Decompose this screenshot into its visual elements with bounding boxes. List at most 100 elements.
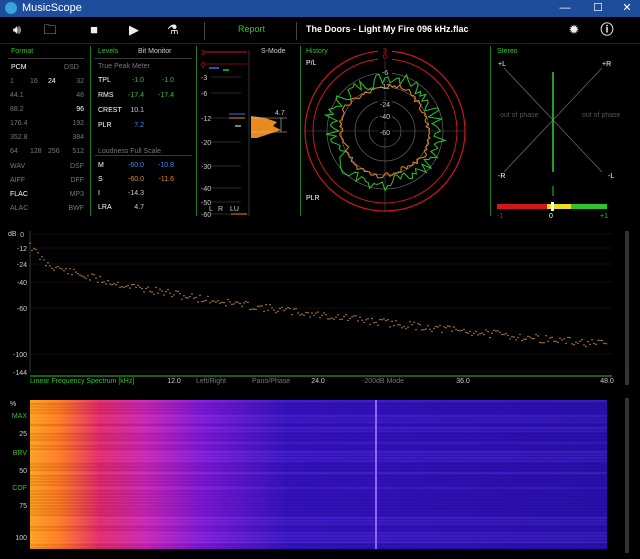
spectrum-point [125, 285, 127, 288]
format-option: 512 [72, 148, 84, 155]
spectrum-point [137, 284, 139, 287]
level-left-value: -1.0 [131, 77, 144, 84]
spectrum-point [405, 328, 407, 330]
spectrum-point [453, 326, 455, 328]
folder-icon[interactable]: 🗀 [39, 21, 61, 39]
levels-title: Levels [98, 48, 119, 55]
spectrum-scrollbar[interactable] [625, 231, 629, 385]
spectrum-point [113, 283, 115, 285]
spectrum-point [399, 324, 401, 326]
spectrum-point [579, 340, 581, 342]
spectrum-x-label[interactable]: Left/Right [196, 378, 226, 385]
spectrum-x-label: 36.0 [456, 378, 470, 385]
lufs-row-name: LRA [98, 204, 112, 211]
spectrum-point [105, 283, 107, 285]
spectrum-point [97, 281, 99, 283]
spectrum-point [457, 329, 459, 332]
stereo-corner-label: +R [602, 61, 611, 68]
spectrum-point [323, 312, 325, 314]
meter-scale-label: -40 [201, 186, 211, 193]
spectrum-point [585, 345, 587, 348]
format-option: 128 [30, 148, 42, 155]
spectrum-point [55, 266, 57, 269]
play-icon[interactable]: ▶ [123, 21, 145, 39]
spectrum-point [119, 286, 121, 288]
spectrum-point [313, 314, 315, 317]
spectrum-point [599, 339, 601, 342]
spectrum-point [531, 337, 533, 340]
meter-scale-label: -60 [201, 212, 211, 219]
divider [95, 58, 192, 59]
info-icon[interactable]: ⓘ [596, 21, 618, 39]
spectrum-point [33, 247, 35, 250]
spectrum-point [353, 315, 355, 317]
spectrogram-y-tick: 50 [19, 468, 27, 475]
spectrum-point [357, 320, 359, 322]
spectrum-point [207, 295, 209, 298]
spectrum-point [247, 301, 249, 304]
spectrum-point [87, 275, 89, 277]
radar-ring-label: 0 [383, 54, 387, 61]
spectrum-point [109, 283, 111, 285]
spectrum-point [145, 287, 147, 290]
spectrum-point [499, 331, 501, 334]
bit-monitor-label[interactable]: Bit Monitor [138, 48, 171, 55]
format-option: 44.1 [10, 92, 24, 99]
spectrum-point [495, 330, 497, 332]
spectrum-y-tick: -12 [17, 246, 27, 253]
file-title: The Doors - Light My Fire 096 kHz.flac [306, 24, 469, 34]
spectrum-point [603, 342, 605, 345]
spectrum-point [377, 324, 379, 326]
spectrum-point [59, 267, 61, 269]
spectrum-point [343, 315, 345, 318]
spectrogram-scrollbar[interactable] [625, 398, 629, 553]
correlation-bar-negative [497, 204, 547, 209]
stop-icon[interactable]: ■ [83, 21, 105, 39]
close-button[interactable]: ✕ [612, 0, 640, 17]
spectrum-point [101, 281, 103, 284]
spectrum-point [39, 258, 41, 260]
spectrum-point [107, 279, 109, 282]
spectrum-point [437, 326, 439, 328]
microscope-icon[interactable]: ⚗ [162, 21, 184, 39]
spectrum-point [49, 265, 51, 267]
spectrum-y-tick: 0 [20, 232, 24, 239]
report-button[interactable]: Report [238, 24, 265, 34]
spectrum-point [381, 319, 383, 321]
spectrum-point [141, 287, 143, 290]
spectrum-point [519, 333, 521, 336]
spectrum-point [511, 336, 513, 338]
spectrum-point [513, 336, 515, 338]
spectrum-point [451, 330, 453, 332]
spectrum-point [185, 297, 187, 299]
spectrum-db-label: dB [8, 231, 17, 238]
gear-icon[interactable]: ✹ [563, 21, 585, 39]
maximize-button[interactable]: ☐ [583, 0, 613, 17]
radar-ring-label: -24 [380, 102, 390, 109]
spectrum-point [555, 340, 557, 343]
spectrum-point [337, 314, 339, 316]
spectrum-point [319, 317, 321, 319]
spectrum-y-tick: -60 [17, 306, 27, 313]
meter-scale-label: -20 [201, 140, 211, 147]
spectrum-point [537, 335, 539, 337]
divider [8, 58, 84, 59]
smode-label[interactable]: S-Mode [261, 48, 286, 55]
spectrum-point [491, 332, 493, 334]
spectrum-point [489, 336, 491, 339]
spectrum-point [217, 300, 219, 302]
spectrum-point [339, 318, 341, 320]
spectrum-point [439, 324, 441, 327]
spectrum-point [347, 319, 349, 322]
spectrum-point [409, 321, 411, 323]
spectrum-x-label[interactable]: -200dB Mode [362, 378, 404, 385]
spectrum-x-label[interactable]: Pano/Phase [252, 378, 290, 385]
spectrum-point [373, 322, 375, 324]
spectrum-point [53, 269, 55, 271]
speaker-icon[interactable]: 🔊︎ [6, 21, 28, 39]
radar-ring-label: -60 [380, 130, 390, 137]
spectrum-point [517, 336, 519, 339]
minimize-button[interactable]: — [550, 0, 580, 17]
pcm-label: PCM [11, 64, 27, 71]
true-peak-title: True Peak Meter [98, 63, 150, 70]
